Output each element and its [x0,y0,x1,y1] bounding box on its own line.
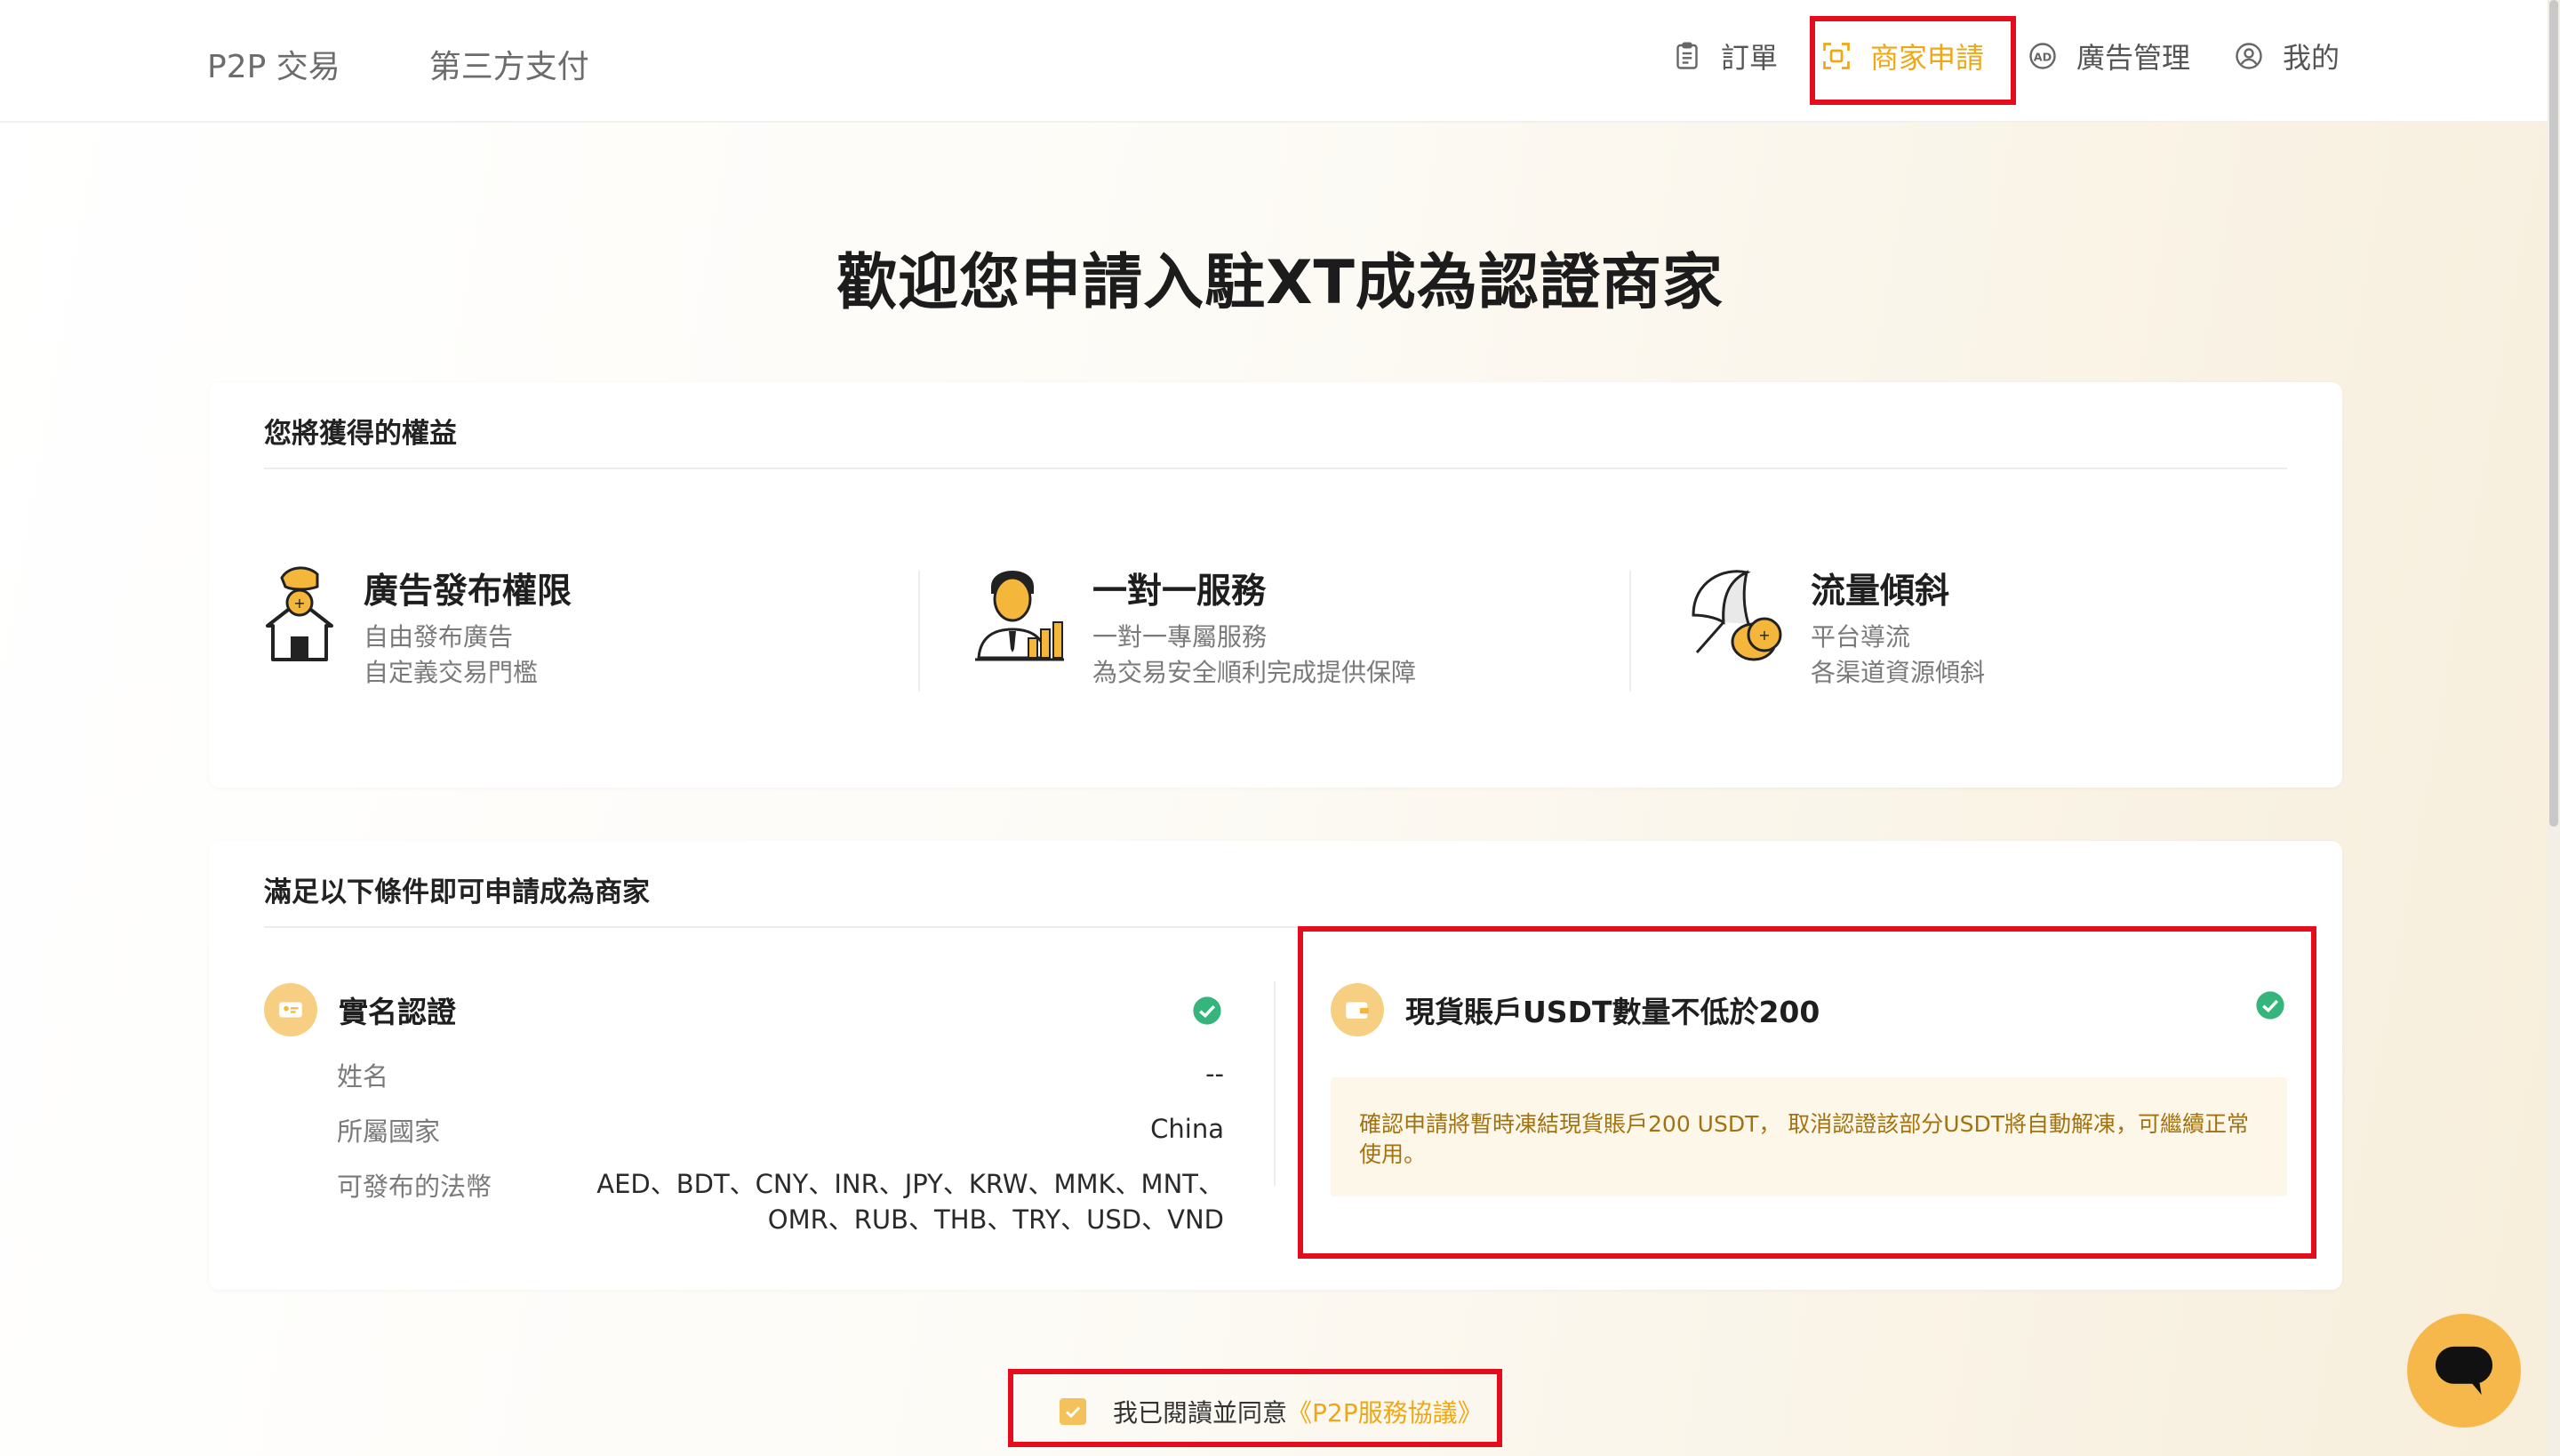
highlight-box-balance-condition [1298,926,2316,1259]
house-hand-icon: + [266,566,333,661]
kyc-value: -- [1205,1059,1224,1089]
nav-mine-label: 我的 [2282,41,2340,75]
highlight-box-merchant-apply [1810,16,2016,105]
fiat-list-line: AED、BDT、CNY、INR、JPY、KRW、MMK、MNT、 [596,1169,1224,1199]
divider [264,468,2287,469]
id-card-icon [264,983,317,1036]
kyc-title: 實名認證 [339,995,456,1029]
svg-text:+: + [1758,627,1770,644]
top-navbar: P2P 交易 第三方支付 訂單 商家申請 AD 廣告管理 我的 [0,0,2560,123]
agent-icon [975,571,1064,661]
separator [918,571,920,692]
chat-bubble-icon [2435,1346,2493,1396]
kyc-label: 姓名 [337,1061,389,1092]
nav-mine[interactable]: 我的 [2233,36,2340,76]
user-icon [2236,43,2262,69]
nav-p2p-trade[interactable]: P2P 交易 [207,41,340,87]
nav-third-party-pay[interactable]: 第三方支付 [429,41,589,87]
check-circle-icon [1193,996,1221,1025]
nav-ad-management[interactable]: AD 廣告管理 [2027,36,2190,76]
benefit-desc: 平台導流 [1811,622,1911,652]
scrollbar[interactable] [2548,0,2560,1456]
svg-text:+: + [293,595,305,612]
benefit-one-on-one: 一對一服務 一對一專屬服務 為交易安全順利完成提供保障 [973,560,1417,687]
svg-text:AD: AD [2034,51,2052,64]
benefits-title: 您將獲得的權益 [264,418,457,450]
benefit-desc: 自由發布廣告 [364,622,514,652]
separator [1274,981,1276,1186]
benefit-desc: 為交易安全順利完成提供保障 [1092,658,1417,687]
condition-kyc: 實名認證 姓名 -- 所屬國家 China 可發布的法幣 AED、BDT、CNY… [264,983,1224,1235]
nav-orders[interactable]: 訂單 [1671,36,1778,76]
kyc-value: China [1150,1114,1224,1144]
kyc-value: AED、BDT、CNY、INR、JPY、KRW、MMK、MNT、 OMR、RUB… [596,1166,1224,1237]
conditions-title: 滿足以下條件即可申請成為商家 [264,876,650,908]
separator [1629,571,1631,692]
highlight-box-agreement [1008,1369,1502,1447]
umbrella-coin-icon: + [1692,570,1782,661]
fiat-list-line: OMR、RUB、THB、TRY、USD、VND [767,1204,1224,1235]
benefit-desc: 自定義交易門檻 [364,658,539,687]
kyc-label: 所屬國家 [337,1116,441,1147]
benefits-card: 您將獲得的權益 + 廣告發布權限 自由發布廣告 自定義交易門檻 一對一服務 一對… [209,382,2342,788]
benefit-ad-permission: + 廣告發布權限 自由發布廣告 自定義交易門檻 [262,560,572,687]
nav-orders-label: 訂單 [1720,41,1778,75]
benefit-desc: 各渠道資源傾斜 [1811,658,1986,687]
nav-ad-management-label: 廣告管理 [2076,41,2190,75]
benefit-title: 廣告發布權限 [364,572,572,612]
nav-left: P2P 交易 第三方支付 [207,41,589,87]
scrollbar-thumb[interactable] [2549,0,2558,827]
ad-icon: AD [2029,43,2056,69]
kyc-label: 可發布的法幣 [337,1172,492,1202]
clipboard-icon [1676,42,1698,69]
chat-support-button[interactable] [2407,1314,2521,1428]
page-title: 歡迎您申請入駐XT成為認證商家 [836,248,1724,318]
benefit-desc: 一對一專屬服務 [1092,622,1268,652]
benefit-title: 一對一服務 [1092,572,1267,612]
benefit-title: 流量傾斜 [1811,572,1950,612]
benefit-traffic: + 流量傾斜 平台導流 各渠道資源傾斜 [1684,560,1986,687]
